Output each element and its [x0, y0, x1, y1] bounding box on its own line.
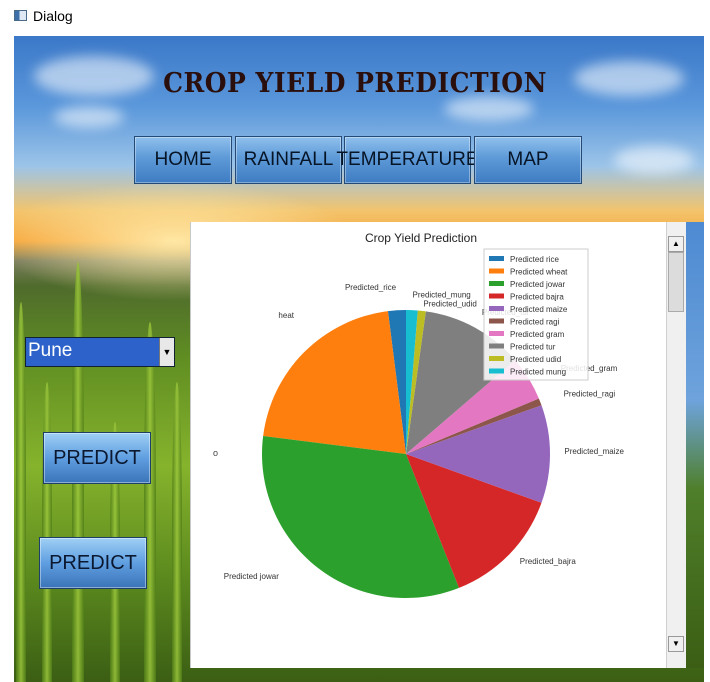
legend-entry: Predicted jowar	[510, 280, 565, 289]
scroll-up-button[interactable]: ▲	[668, 236, 684, 252]
rainfall-button[interactable]: RAINFALL	[235, 136, 342, 184]
vertical-scrollbar[interactable]: ▲ ▼	[666, 222, 686, 668]
legend-swatch	[489, 256, 504, 261]
legend-swatch	[489, 368, 504, 374]
scrollbar-thumb[interactable]	[668, 252, 684, 312]
window-title: Dialog	[33, 8, 73, 24]
location-dropdown[interactable]: Pune ▼	[25, 337, 175, 367]
legend-swatch	[489, 293, 504, 299]
chevron-down-icon[interactable]: ▼	[159, 338, 174, 366]
temperature-button[interactable]: TEMPERATURE	[336, 136, 479, 184]
legend-swatch	[489, 268, 504, 274]
window-app-icon	[14, 10, 27, 21]
legend-swatch	[489, 306, 504, 311]
legend-entry: Predicted gram	[510, 330, 565, 339]
pie-chart: Crop Yield Prediction o Predicted_ricehe…	[213, 231, 625, 599]
map-button[interactable]: MAP	[474, 136, 582, 184]
legend-swatch	[489, 356, 504, 361]
legend-swatch	[489, 318, 504, 324]
pie-label-predicted-ragi: Predicted_ragi	[564, 390, 616, 399]
legend-entry: Predicted tur	[510, 343, 556, 352]
window-titlebar: Dialog	[0, 0, 710, 34]
legend-entry: Predicted ragi	[510, 318, 560, 327]
legend-swatch	[489, 343, 504, 349]
chart-panel: Crop Yield Prediction o Predicted_ricehe…	[190, 222, 667, 668]
pie-label-predicted-mung: Predicted_mung	[413, 291, 471, 300]
legend-entry: Predicted bajra	[510, 293, 564, 302]
legend-swatch	[489, 331, 504, 336]
location-dropdown-value: Pune	[28, 340, 73, 361]
pie-label-predicted-jowar: Predicted jowar	[224, 572, 279, 581]
legend-entry: Predicted wheat	[510, 268, 568, 277]
predict-button-1[interactable]: PREDICT	[43, 432, 151, 484]
chart-legend: Predicted rice Predicted wheat Predicted j…	[483, 248, 589, 381]
legend-entry: Predicted maize	[510, 305, 568, 314]
scroll-down-button[interactable]: ▼	[668, 636, 684, 652]
pie-label-predicted-wheat: heat	[278, 311, 294, 320]
predict-button-2[interactable]: PREDICT	[39, 537, 147, 589]
pie-label-predicted-bajra: Predicted_bajra	[520, 557, 577, 566]
pie-label-predicted-rice: Predicted_rice	[345, 283, 397, 292]
legend-swatch	[489, 281, 504, 286]
legend-entry: Predicted rice	[510, 255, 559, 264]
pie-label-predicted-udid: Predicted_udid	[423, 300, 476, 309]
pie-label-predicted-maize: Predicted_maize	[564, 447, 624, 456]
chart-stray-label: o	[213, 448, 218, 458]
legend-entry: Predicted mung	[510, 368, 566, 377]
legend-entry: Predicted udid	[510, 355, 561, 364]
home-button[interactable]: HOME	[134, 136, 232, 184]
pie-slice-predicted-wheat	[263, 311, 406, 454]
chart-title: Crop Yield Prediction	[365, 231, 477, 245]
app-title: CROP YIELD PREDICTION	[163, 66, 547, 99]
background-edge	[686, 222, 704, 668]
